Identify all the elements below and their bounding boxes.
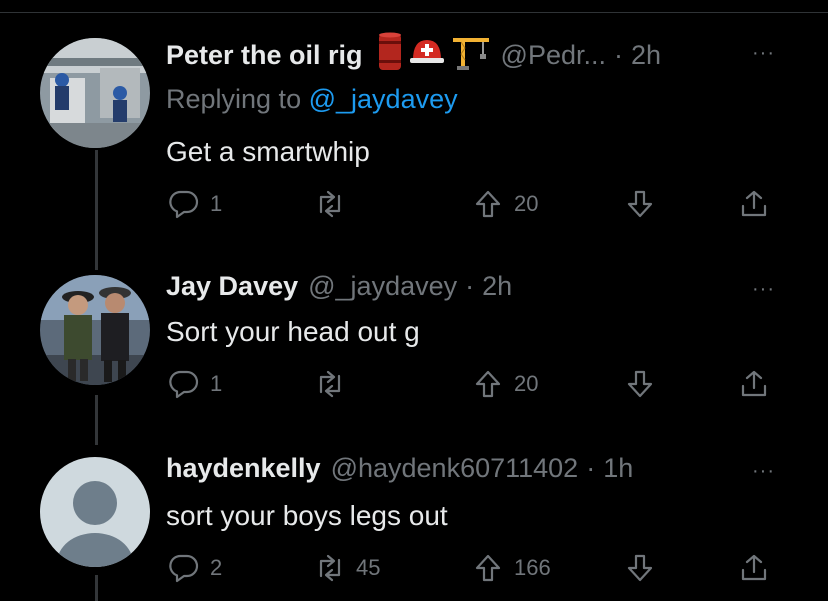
thread-line [95,575,98,601]
avatar[interactable] [40,275,150,385]
downvote-arrow-icon [627,190,653,218]
oil-drum-icon [377,32,403,79]
tweet-header: Jay Davey @_jaydavey · 2h [166,271,512,302]
reply-count: 1 [210,191,223,216]
display-name[interactable]: haydenkelly [166,453,321,484]
retweet-button[interactable] [314,368,356,400]
upvote-count: 166 [514,555,551,580]
upvote-button[interactable]: 20 [472,368,538,400]
top-divider [0,12,828,13]
upvote-button[interactable]: 166 [472,552,551,584]
more-options-icon[interactable]: ··· [752,460,775,483]
thread-line [95,395,98,445]
share-button[interactable] [738,188,770,220]
downvote-arrow-icon [627,554,653,582]
retweet-icon [319,370,341,398]
downvote-arrow-icon [627,370,653,398]
retweet-icon [319,554,341,582]
tweet-header: haydenkelly @haydenk60711402 · 1h [166,453,633,484]
replying-to-handle[interactable]: @_jaydavey [309,84,458,114]
tweet-text: Sort your head out g [166,316,420,347]
tweet-text: Get a smartwhip [166,136,370,167]
upvote-arrow-icon [475,190,501,218]
share-button[interactable] [738,368,770,400]
separator-dot: · [465,271,475,301]
tweet-header: Peter the oil rig @Pedr... · 2h [166,32,661,79]
tweet-actions: 1 20 [166,188,806,228]
reply-icon [169,370,199,399]
separator-dot: · [586,453,596,483]
reply-button[interactable]: 2 [168,552,222,584]
reply-button[interactable]: 1 [168,368,222,400]
separator-dot: · [614,40,624,70]
retweet-button[interactable]: 45 [314,552,380,584]
display-name[interactable]: Peter the oil rig [166,40,363,71]
upvote-arrow-icon [475,370,501,398]
upvote-count: 20 [514,191,539,216]
reply-icon [169,190,199,219]
timestamp[interactable]: 1h [603,453,633,484]
retweet-icon [319,190,341,218]
reply-button[interactable]: 1 [168,188,222,220]
tweet-actions: 1 20 [166,368,806,408]
downvote-button[interactable] [624,188,656,220]
replying-to-label: Replying to [166,84,302,114]
handle[interactable]: @_jaydavey [308,271,457,302]
retweet-count: 45 [356,555,381,580]
reply-count: 2 [210,555,223,580]
thread-line [95,150,98,270]
share-icon [741,370,767,397]
upvote-count: 20 [514,371,539,396]
upvote-arrow-icon [475,554,501,582]
tweet-text: sort your boys legs out [166,500,448,531]
retweet-button[interactable] [314,188,356,220]
more-options-icon[interactable]: ··· [752,278,775,301]
more-options-icon[interactable]: ··· [752,42,775,65]
display-name[interactable]: Jay Davey [166,271,298,302]
reply-icon [169,554,199,583]
rescue-helmet-icon [409,36,445,75]
share-icon [741,554,767,581]
crane-icon [451,34,491,77]
downvote-button[interactable] [624,552,656,584]
handle[interactable]: @haydenk60711402 [331,453,579,484]
share-button[interactable] [738,552,770,584]
share-icon [741,190,767,217]
downvote-button[interactable] [624,368,656,400]
timestamp[interactable]: 2h [631,40,661,71]
tweet-actions: 2 45 166 [166,552,806,592]
timestamp[interactable]: 2h [482,271,512,302]
replying-to: Replying to @_jaydavey [166,84,458,115]
avatar[interactable] [40,38,150,148]
default-avatar[interactable] [40,457,150,567]
handle[interactable]: @Pedr... [501,40,606,71]
reply-count: 1 [210,371,223,396]
upvote-button[interactable]: 20 [472,188,538,220]
